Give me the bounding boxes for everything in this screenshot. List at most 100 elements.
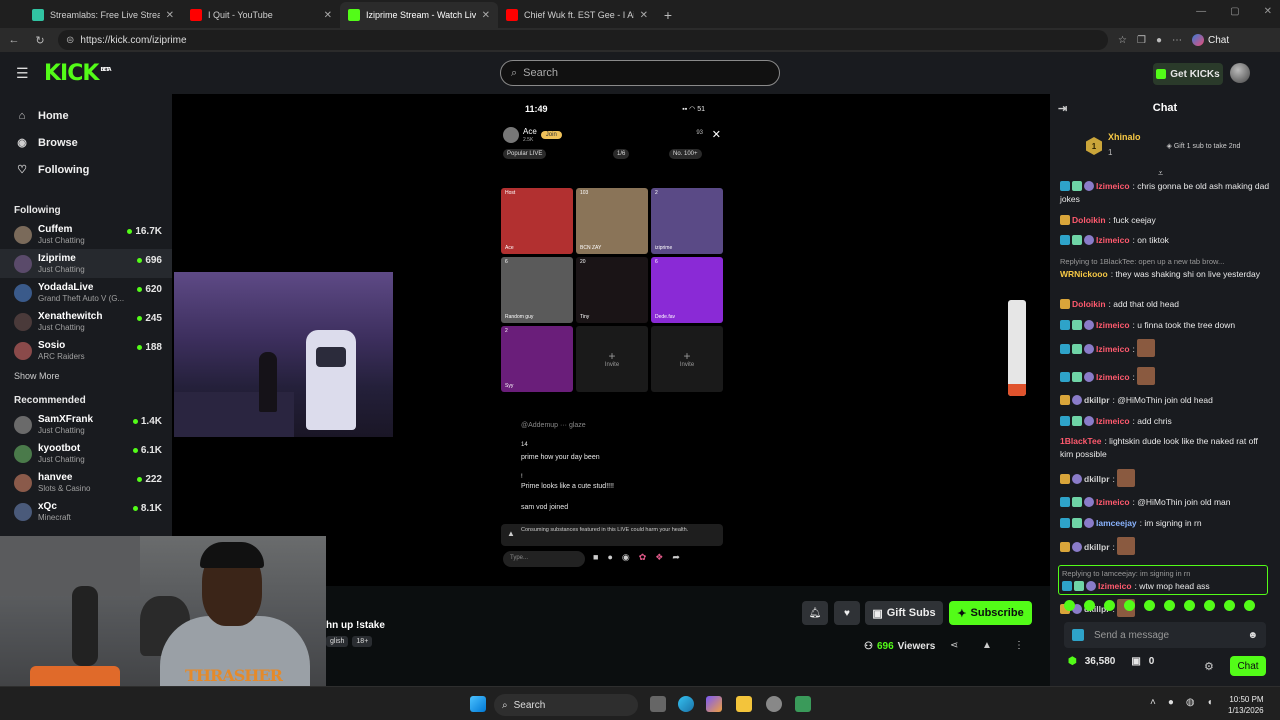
sidebar-item-following[interactable]: ♡ Following: [0, 156, 172, 183]
taskbar-search[interactable]: ⌕ Search: [494, 694, 638, 716]
emote-icon[interactable]: [1084, 600, 1095, 611]
sidebar-channel[interactable]: YodadaLive Grand Theft Auto V (G... 620: [0, 278, 172, 307]
chat-message[interactable]: Izimeico: u finna took the tree down: [1060, 319, 1272, 332]
back-icon[interactable]: ←: [6, 32, 22, 48]
chat-message[interactable]: Doloikin: add that old head: [1060, 298, 1272, 311]
maximize-icon[interactable]: ▢: [1230, 6, 1239, 17]
browser-tab-youtube[interactable]: I Quit - YouTube ✕: [182, 2, 340, 28]
chat-username[interactable]: Izimeico: [1096, 416, 1130, 426]
chat-username[interactable]: Izimeico: [1096, 372, 1130, 382]
new-tab-button[interactable]: +: [656, 2, 680, 28]
edge-icon[interactable]: [678, 696, 694, 712]
widget-record-button[interactable]: [1008, 384, 1026, 396]
points-count[interactable]: 36,580: [1085, 656, 1116, 667]
emote-icon[interactable]: [1104, 600, 1115, 611]
refresh-icon[interactable]: ↻: [32, 32, 48, 48]
sidebar-channel[interactable]: Xenathewitch Just Chatting 245: [0, 307, 172, 336]
chat-message[interactable]: Doloikin: fuck ceejay: [1060, 214, 1272, 227]
chat-username[interactable]: Doloikin: [1072, 299, 1106, 309]
chat-message[interactable]: Replying to Iamceejay: im signing in rn I…: [1058, 564, 1268, 595]
network-icon[interactable]: ◍: [1186, 697, 1195, 708]
chat-message[interactable]: Izimeico: @HiMoThin join old man: [1060, 496, 1272, 509]
task-view-icon[interactable]: [650, 696, 666, 712]
menu-icon[interactable]: ☰: [16, 65, 30, 82]
subscribe-button[interactable]: ✦ Subscribe: [949, 601, 1032, 625]
gift-subs-button[interactable]: ▣ Gift Subs: [865, 601, 943, 625]
chat-username[interactable]: Izimeico: [1096, 497, 1130, 507]
browser-tab-streamlabs[interactable]: Streamlabs: Free Live Streaming & ✕: [24, 2, 182, 28]
kick-logo[interactable]: KICK BETA: [44, 61, 112, 86]
file-explorer-icon[interactable]: [736, 696, 752, 712]
settings-icon[interactable]: [766, 696, 782, 712]
chat-username[interactable]: dkillpr: [1084, 474, 1110, 484]
mic-icon[interactable]: ●: [1168, 697, 1174, 708]
chat-username[interactable]: Izimeico: [1096, 181, 1130, 191]
filter-icon[interactable]: ⩡: [1158, 168, 1163, 179]
copilot-icon[interactable]: [706, 696, 722, 712]
chat-username[interactable]: 1BlackTee: [1060, 436, 1101, 446]
chat-username[interactable]: Izimeico: [1098, 581, 1132, 591]
emote-icon[interactable]: [1144, 600, 1155, 611]
close-icon[interactable]: ✕: [1264, 6, 1272, 17]
tab-close-icon[interactable]: ✕: [640, 10, 648, 21]
sidebar-channel[interactable]: kyootbot Just Chatting 6.1K: [0, 439, 172, 468]
windows-start-icon[interactable]: [470, 696, 486, 712]
emote-icon[interactable]: [1244, 600, 1255, 611]
chat-message[interactable]: dkillpr:: [1060, 537, 1272, 555]
app-icon[interactable]: [795, 696, 811, 712]
mature-tag[interactable]: 18+: [352, 636, 373, 647]
sidebar-channel[interactable]: Cuffem Just Chatting 16.7K: [0, 220, 172, 249]
volume-icon[interactable]: ◖: [1207, 697, 1213, 708]
site-info-icon[interactable]: ⊜: [66, 35, 74, 46]
browser-tab-youtube-2[interactable]: Chief Wuk ft. EST Gee - I Ain't Lyin ✕: [498, 2, 656, 28]
collapse-chat-icon[interactable]: ⇥: [1058, 102, 1067, 115]
gift-leaderboard[interactable]: 1 Xhinalo 1 ◈ Gift 1 sub to take 2nd: [1086, 132, 1240, 160]
chat-message[interactable]: Iamceejay: im signing in rn: [1060, 517, 1272, 530]
chevron-up-icon[interactable]: ˄: [1150, 697, 1156, 708]
sidebar-channel[interactable]: Iziprime Just Chatting 696: [0, 249, 172, 278]
chat-username[interactable]: Izimeico: [1096, 320, 1130, 330]
floating-tool-widget[interactable]: [1008, 300, 1026, 396]
gift-count[interactable]: 0: [1149, 656, 1155, 667]
sidebar-channel[interactable]: Sosio ARC Raiders 188: [0, 336, 172, 365]
emoji-icon[interactable]: ☻: [1247, 630, 1258, 641]
tab-close-icon[interactable]: ✕: [482, 10, 490, 21]
chat-message[interactable]: Replying to 1BlackTee: open up a new tab…: [1060, 255, 1272, 281]
language-tag[interactable]: glish: [326, 636, 349, 647]
show-more-link[interactable]: Show More: [0, 371, 172, 381]
chat-message[interactable]: Izimeico: on tiktok: [1060, 234, 1272, 247]
minimize-icon[interactable]: —: [1196, 6, 1206, 17]
copilot-button[interactable]: Chat: [1191, 34, 1229, 46]
emote-icon[interactable]: [1224, 600, 1235, 611]
favorite-icon[interactable]: ☆: [1118, 35, 1127, 46]
chat-username[interactable]: dkillpr: [1084, 395, 1110, 405]
system-clock[interactable]: 10:50 PM 1/13/2026: [1228, 694, 1264, 716]
chat-username[interactable]: Iamceejay: [1096, 518, 1137, 528]
avatar[interactable]: [1230, 63, 1250, 83]
sidebar-channel[interactable]: xQc Minecraft 8.1K: [0, 497, 172, 526]
chat-username[interactable]: Doloikin: [1072, 215, 1106, 225]
settings-icon[interactable]: ⚙: [1204, 660, 1214, 673]
emote-icon[interactable]: [1124, 600, 1135, 611]
emote-icon[interactable]: [1204, 600, 1215, 611]
chat-input[interactable]: Send a message ☻: [1064, 622, 1266, 648]
notification-button[interactable]: 🔔︎: [802, 601, 828, 625]
chat-message[interactable]: dkillpr: @HiMoThin join old head: [1060, 394, 1272, 407]
chat-username[interactable]: WRNickooo: [1060, 269, 1108, 279]
more-icon[interactable]: ⋮: [1014, 640, 1024, 651]
browser-tab-kick[interactable]: Iziprime Stream - Watch Live ✕: [340, 2, 498, 28]
emote-icon[interactable]: [1164, 600, 1175, 611]
search-input[interactable]: ⌕ Search: [500, 60, 780, 86]
sidebar-item-home[interactable]: ⌂ Home: [0, 102, 172, 129]
chat-message[interactable]: Izimeico: add chris: [1060, 415, 1272, 428]
send-chat-button[interactable]: Chat: [1230, 656, 1266, 676]
emote-icon[interactable]: [1184, 600, 1195, 611]
chat-username[interactable]: Izimeico: [1096, 235, 1130, 245]
sidebar-channel[interactable]: SamXFrank Just Chatting 1.4K: [0, 410, 172, 439]
chat-message[interactable]: Izimeico: chris gonna be old ash making …: [1060, 180, 1272, 206]
follow-button[interactable]: ♥: [834, 601, 860, 625]
profile-icon[interactable]: ●: [1156, 35, 1162, 46]
more-icon[interactable]: ⋯: [1172, 35, 1182, 46]
tab-close-icon[interactable]: ✕: [324, 10, 332, 21]
chat-username[interactable]: dkillpr: [1084, 542, 1110, 552]
